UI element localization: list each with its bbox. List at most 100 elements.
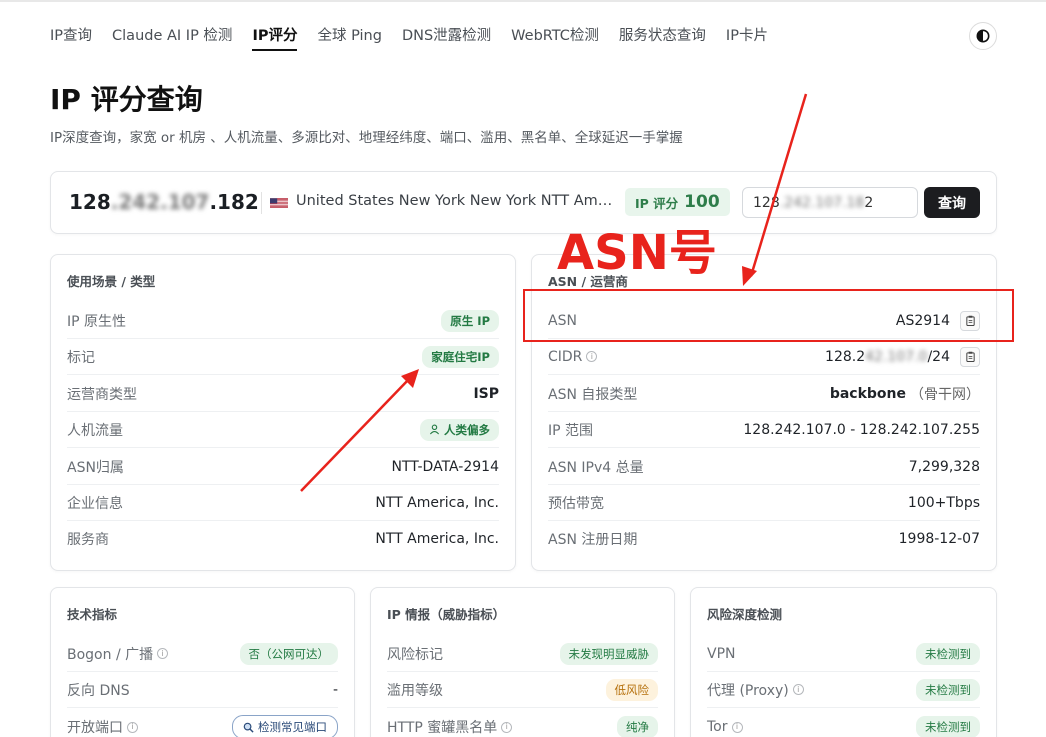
nav-webrtc[interactable]: WebRTC检测 — [511, 27, 599, 45]
row-value: ISP — [473, 385, 499, 402]
proxy-label: 代理 (Proxy) — [707, 682, 789, 699]
asn-highlight-box — [523, 289, 1014, 342]
nav-dns-leak[interactable]: DNS泄露检测 — [402, 27, 491, 45]
proxy-badge: 未检测到 — [916, 678, 980, 701]
copy-cidr-button[interactable] — [960, 346, 980, 367]
row-label: 反向 DNS — [67, 682, 130, 699]
risk-flag-badge: 未发现明显威胁 — [559, 642, 658, 665]
bogon-label: Bogon / 广播 — [67, 646, 154, 663]
nav-claude-ip-check[interactable]: Claude AI IP 检测 — [112, 27, 232, 45]
row-asn-owner: ASN归属 NTT-DATA-2914 — [67, 449, 499, 485]
row-label: 风险标记 — [387, 646, 443, 663]
human-traffic-text: 人类偏多 — [444, 422, 490, 437]
human-traffic-badge: 人类偏多 — [420, 418, 499, 441]
threat-intel-card: IP 情报（威胁指标） 风险标记 未发现明显威胁 滥用等级 低风险 HTTP 蜜… — [370, 587, 675, 737]
row-tor: Tor i 未检测到 — [707, 709, 980, 737]
row-label: 开放端口 i — [67, 717, 138, 737]
ip-search-input[interactable]: 128.242.107.18 2 — [742, 187, 918, 218]
ports-label: 开放端口 — [67, 720, 123, 736]
query-button[interactable]: 查询 — [924, 187, 980, 218]
top-border — [0, 0, 1046, 2]
native-ip-badge: 原生 IP — [441, 309, 499, 332]
info-icon[interactable]: i — [501, 721, 513, 733]
score-value: 100 — [684, 192, 720, 212]
row-risk-flag: 风险标记 未发现明显威胁 — [387, 636, 658, 672]
nav-service-status[interactable]: 服务状态查询 — [619, 27, 706, 45]
row-label: 企业信息 — [67, 495, 123, 512]
row-proxy: 代理 (Proxy) i 未检测到 — [707, 672, 980, 708]
row-tag: 标记 家庭住宅IP — [67, 339, 499, 375]
card-title: 风险深度检测 — [707, 607, 783, 622]
asn-type-note: （骨干网） — [910, 386, 980, 403]
row-label: ASN归属 — [67, 459, 124, 476]
ip-suffix: .182 — [209, 190, 259, 214]
bogon-badge: 否（公网可达） — [239, 642, 338, 665]
cidr-prefix: 128.2 — [825, 348, 866, 365]
row-value: NTT-DATA-2914 — [391, 458, 499, 475]
row-value: 128.242.107.0 - 128.242.107.255 — [743, 421, 980, 438]
card-title: 使用场景 / 类型 — [67, 274, 156, 289]
tor-badge: 未检测到 — [916, 716, 980, 737]
row-label: HTTP 蜜罐黑名单 i — [387, 717, 513, 737]
info-icon[interactable]: i — [731, 721, 743, 733]
person-icon — [429, 424, 440, 435]
row-label: Tor i — [707, 719, 743, 735]
page-subtitle: IP深度查询，家宽 or 机房 、人机流量、多源比对、地理经纬度、端口、滥用、黑… — [50, 130, 683, 146]
nav-ip-score[interactable]: IP评分 — [252, 27, 298, 51]
risk-detection-card: 风险深度检测 VPN 未检测到 代理 (Proxy) i 未检测到 Tor i 未检… — [690, 587, 997, 737]
abuse-level-badge: 低风险 — [605, 678, 658, 701]
cidr-suffix: /24 — [927, 348, 950, 365]
row-company: 企业信息 NTT America, Inc. — [67, 485, 499, 521]
ip-blurred: .242.107 — [110, 190, 210, 214]
nav-ip-card[interactable]: IP卡片 — [726, 27, 768, 45]
row-value: - — [332, 681, 338, 698]
row-label: 标记 — [67, 349, 95, 366]
input-blurred: .242.107.18 — [779, 194, 865, 211]
row-label: ASN 注册日期 — [548, 532, 638, 548]
ip-prefix: 128 — [69, 190, 111, 214]
row-label: IP 范围 — [548, 422, 594, 439]
info-icon[interactable]: i — [586, 351, 598, 362]
top-nav: IP查询 Claude AI IP 检测 IP评分 全球 Ping DNS泄露检… — [50, 27, 768, 53]
row-label: Bogon / 广播 i — [67, 644, 169, 664]
row-value: backbone （骨干网） — [830, 384, 980, 404]
row-label: 运营商类型 — [67, 386, 137, 403]
residential-badge: 家庭住宅IP — [422, 345, 499, 368]
row-asn-type: ASN 自报类型 backbone （骨干网） — [548, 376, 980, 412]
current-ip: 128.242.107.182 — [69, 190, 259, 214]
row-value: 100+Tbps — [907, 494, 980, 511]
row-value: NTT America, Inc. — [375, 494, 499, 511]
row-vpn: VPN 未检测到 — [707, 636, 980, 672]
ip-score-badge: IP 评分 100 — [625, 188, 730, 216]
row-provider: 服务商 NTT America, Inc. — [67, 521, 499, 557]
nav-ip-lookup[interactable]: IP查询 — [50, 27, 92, 45]
tor-label: Tor — [707, 719, 728, 735]
row-value: 128.242.107.0/24 — [825, 346, 980, 367]
theme-toggle-button[interactable] — [969, 22, 997, 50]
row-label: 预估带宽 — [548, 495, 604, 512]
row-abuse-level: 滥用等级 低风险 — [387, 672, 658, 708]
asn-annotation-label: ASN号 — [557, 225, 717, 281]
info-icon[interactable]: i — [792, 684, 804, 695]
contrast-icon — [976, 29, 990, 43]
row-reg-date: ASN 注册日期 1998-12-07 — [548, 521, 980, 557]
info-icon[interactable]: i — [127, 721, 138, 733]
row-label: CIDR i — [548, 349, 598, 365]
ip-summary-bar: 128.242.107.182 United States New York N… — [50, 171, 997, 234]
honeypot-label: HTTP 蜜罐黑名单 — [387, 720, 498, 736]
row-bogon: Bogon / 广播 i 否（公网可达） — [67, 636, 338, 672]
row-label: 服务商 — [67, 532, 109, 548]
row-ip-range: IP 范围 128.242.107.0 - 128.242.107.255 — [548, 412, 980, 448]
row-label: 代理 (Proxy) i — [707, 680, 804, 700]
search-icon — [243, 722, 254, 733]
nav-global-ping[interactable]: 全球 Ping — [317, 27, 381, 45]
row-carrier-type: 运营商类型 ISP — [67, 376, 499, 412]
us-flag-icon — [270, 198, 288, 208]
divider — [261, 192, 262, 214]
row-label: 滥用等级 — [387, 682, 443, 699]
info-icon[interactable]: i — [157, 648, 169, 659]
row-open-ports: 开放端口 i 检测常见端口 — [67, 709, 338, 737]
page-title: IP 评分查询 — [50, 83, 203, 116]
scan-ports-button[interactable]: 检测常见端口 — [232, 715, 338, 737]
input-prefix: 128 — [753, 194, 780, 211]
